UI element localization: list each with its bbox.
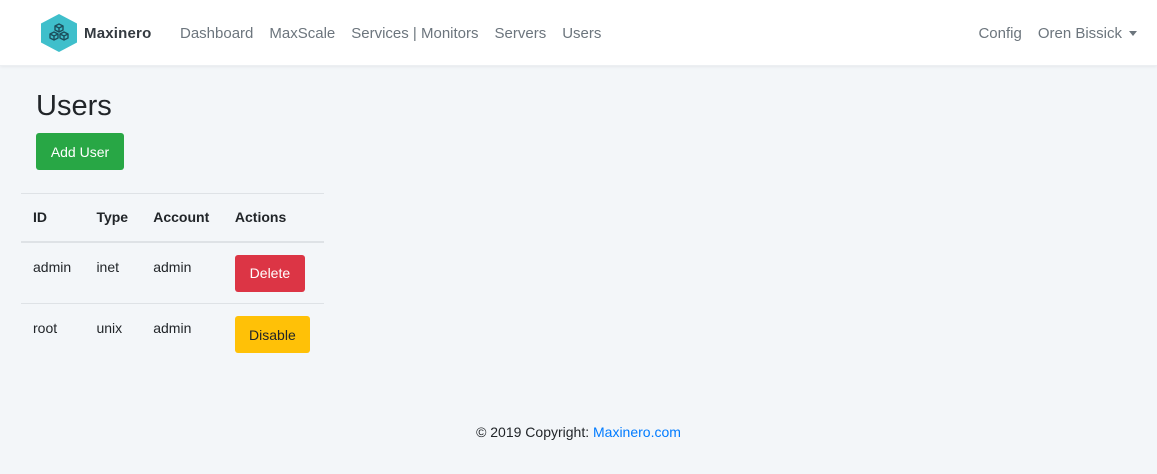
main-nav: Dashboard MaxScale Services | Monitors S… [172, 0, 609, 66]
copyright-text: © 2019 Copyright: [476, 424, 590, 440]
footer: © 2019 Copyright: Maxinero.com [0, 424, 1157, 440]
top-navbar: Maxinero Dashboard MaxScale Services | M… [0, 0, 1157, 66]
user-menu-label: Oren Bissick [1037, 24, 1122, 42]
nav-link-dashboard[interactable]: Dashboard [172, 25, 261, 42]
nav-link-maxscale[interactable]: MaxScale [261, 25, 343, 42]
user-menu-dropdown[interactable]: Oren Bissick [1030, 25, 1145, 42]
caret-down-icon [1129, 31, 1137, 37]
cell-actions: Delete [222, 241, 324, 304]
brand[interactable]: Maxinero [38, 13, 151, 53]
footer-link-maxinero[interactable]: Maxinero.com [593, 424, 681, 440]
cell-actions: Disable [223, 304, 324, 366]
disable-user-button[interactable]: Disable [234, 316, 310, 353]
delete-user-button[interactable]: Delete [234, 254, 305, 292]
column-header-type: Type [84, 193, 142, 243]
column-header-actions: Actions [222, 193, 324, 243]
table-row: admin inet admin Delete [21, 241, 324, 304]
nav-link-config[interactable]: Config [970, 25, 1029, 42]
cell-id: root [33, 320, 58, 336]
cell-type: unix [96, 320, 123, 336]
cell-type: inet [84, 241, 142, 304]
cell-account: admin [141, 241, 223, 304]
table-header-row: ID Type Account Actions [21, 193, 324, 243]
column-header-id: ID [21, 193, 85, 243]
page-title: Users [36, 90, 112, 122]
cell-id: admin [21, 241, 85, 304]
cell-account: admin [153, 320, 192, 336]
column-header-account: Account [141, 193, 223, 243]
hexagon-cubes-icon [41, 14, 77, 52]
add-user-button[interactable]: Add User [36, 133, 124, 170]
nav-link-servers[interactable]: Servers [487, 25, 555, 42]
table-row: root unix admin Disable [21, 304, 324, 366]
nav-link-users[interactable]: Users [554, 25, 609, 42]
nav-link-services-monitors[interactable]: Services | Monitors [343, 25, 486, 42]
right-nav: Config Oren Bissick [970, 0, 1145, 66]
users-table: ID Type Account Actions admin inet admin… [21, 193, 324, 366]
brand-name: Maxinero [84, 24, 152, 42]
